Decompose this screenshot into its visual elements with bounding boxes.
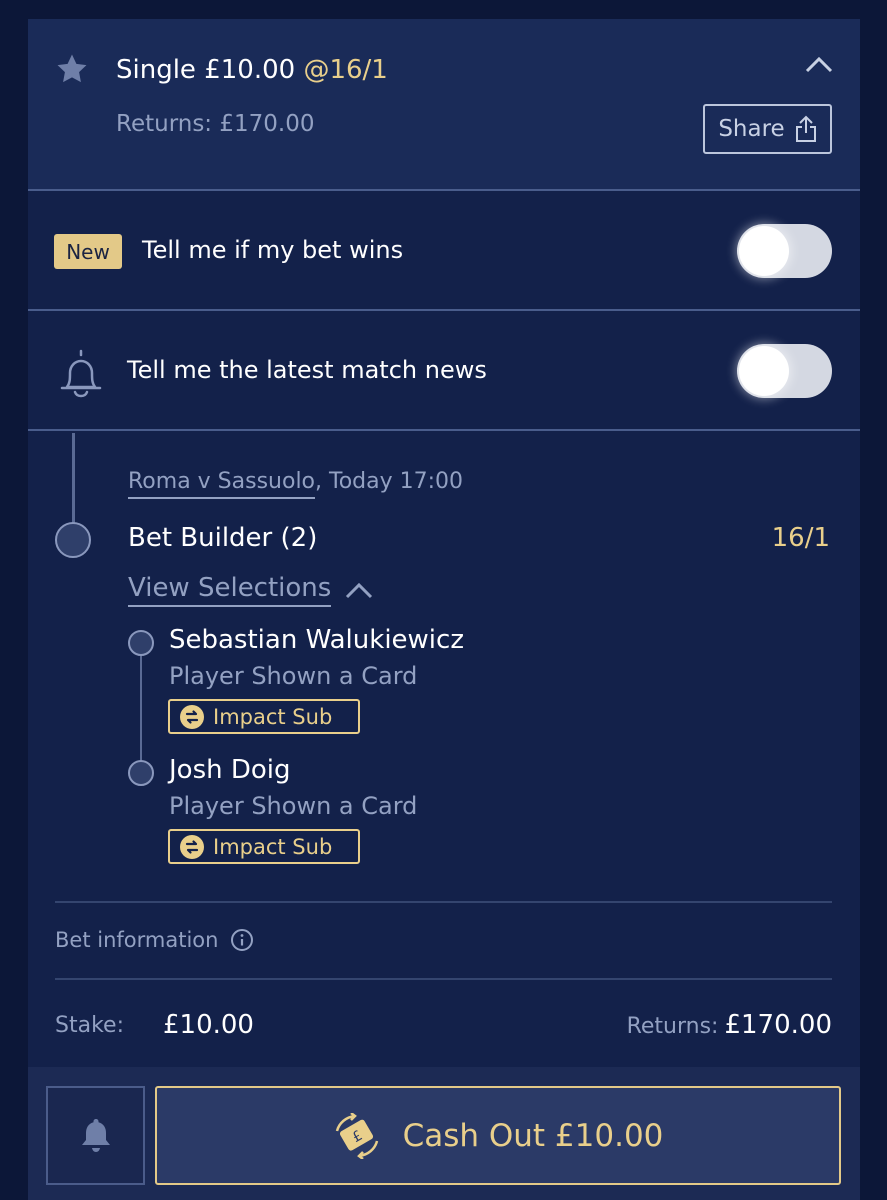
selection-market: Player Shown a Card <box>169 792 418 820</box>
impact-sub-label: Impact Sub <box>213 704 333 729</box>
match-time: , Today 17:00 <box>315 469 464 494</box>
impact-sub-badge: Impact Sub <box>168 829 360 864</box>
match-info: Roma v Sassuolo, Today 17:00 <box>128 469 464 499</box>
returns-value: £170.00 <box>724 1010 832 1040</box>
match-news-row: Tell me the latest match news <box>28 311 860 431</box>
bet-header[interactable]: Single £10.00 @16/1 Returns: £170.00 Sha… <box>28 19 860 191</box>
divider <box>55 978 832 980</box>
bet-win-alert-row: New Tell me if my bet wins <box>28 191 860 311</box>
bet-card: Single £10.00 @16/1 Returns: £170.00 Sha… <box>28 19 860 1200</box>
selection-dot <box>128 630 154 656</box>
impact-sub-badge: Impact Sub <box>168 699 360 734</box>
selection-name: Josh Doig <box>169 755 291 785</box>
cash-out-label: Cash Out £10.00 <box>402 1117 664 1154</box>
bet-information-link[interactable]: Bet information <box>55 928 254 952</box>
bet-title: Single £10.00 @16/1 <box>116 55 388 85</box>
bet-odds: @16/1 <box>303 55 388 85</box>
stake-label: Stake: <box>55 1013 124 1038</box>
cash-out-button[interactable]: £ Cash Out £10.00 <box>155 1086 841 1185</box>
chevron-up-icon[interactable] <box>805 55 833 73</box>
selection-name: Sebastian Walukiewicz <box>169 625 464 655</box>
win-alert-toggle[interactable] <box>737 224 832 278</box>
bell-icon <box>81 1118 110 1152</box>
bell-icon <box>60 349 102 398</box>
impact-sub-label: Impact Sub <box>213 834 333 859</box>
star-icon[interactable] <box>54 52 90 86</box>
returns-summary: Returns: £170.00 <box>116 111 315 137</box>
divider <box>55 901 832 903</box>
selection-market: Player Shown a Card <box>169 662 418 690</box>
view-selections-link[interactable]: View Selections <box>128 573 332 607</box>
share-button[interactable]: Share <box>703 104 832 154</box>
cashout-footer: £ Cash Out £10.00 <box>28 1067 860 1200</box>
share-label: Share <box>718 116 785 142</box>
bet-builder-odds: 16/1 <box>771 523 830 553</box>
new-badge: New <box>54 234 122 269</box>
bet-builder-title: Bet Builder (2) <box>128 523 318 553</box>
toggle-knob <box>739 346 789 396</box>
returns-info: Returns: £170.00 <box>627 1010 832 1040</box>
match-link[interactable]: Roma v Sassuolo <box>128 469 316 499</box>
notification-bell-button[interactable] <box>46 1086 145 1185</box>
toggle-knob <box>739 226 789 276</box>
cash-out-icon: £ <box>335 1112 378 1159</box>
timeline-line <box>72 433 75 528</box>
swap-icon <box>180 704 204 729</box>
bet-information-label: Bet information <box>55 928 219 952</box>
stake-value: £10.00 <box>163 1010 254 1040</box>
swap-icon <box>180 834 204 859</box>
info-icon[interactable] <box>230 928 254 952</box>
selection-dot <box>128 760 154 786</box>
chevron-up-icon <box>346 582 373 599</box>
match-news-toggle[interactable] <box>737 344 832 398</box>
selections-line <box>140 644 142 774</box>
match-news-label: Tell me the latest match news <box>127 356 487 384</box>
share-icon <box>795 115 816 142</box>
view-selections-toggle[interactable]: View Selections <box>128 573 373 607</box>
bet-type-label: Single £10.00 <box>116 55 296 85</box>
timeline-dot <box>55 522 91 558</box>
returns-label: Returns: <box>626 1014 719 1039</box>
win-alert-label: Tell me if my bet wins <box>142 236 404 264</box>
